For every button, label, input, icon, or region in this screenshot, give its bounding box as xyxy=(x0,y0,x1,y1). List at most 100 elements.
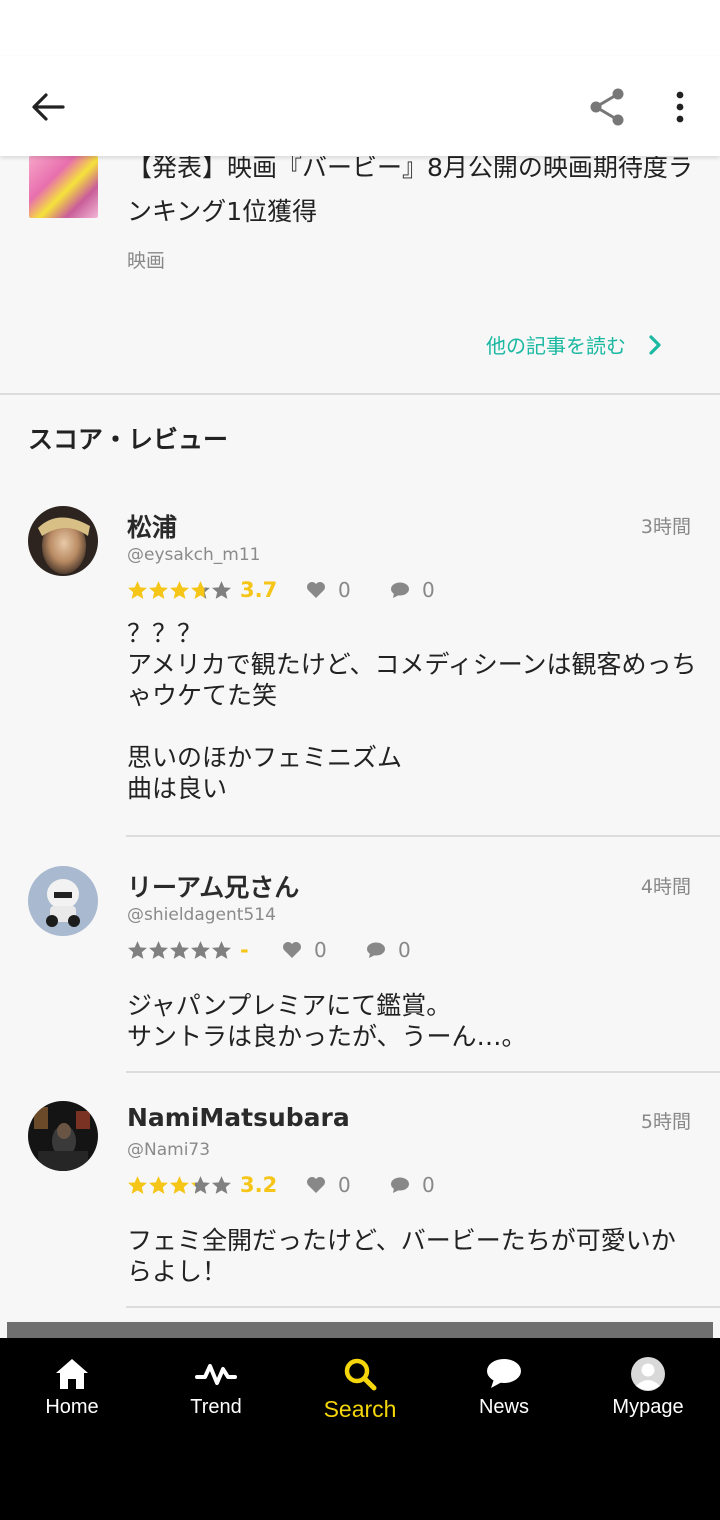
home-icon xyxy=(56,1359,88,1389)
nav-trend[interactable]: Trend xyxy=(144,1338,288,1438)
content-scroll[interactable]: 【発表】映画『バービー』8月公開の映画期待度ランキング1位獲得 映画 他の記事を… xyxy=(0,156,720,1338)
review-item[interactable]: 松浦 @eysakch_m11 3時間 3.7 0 0 ？？？ アメリカで観たけ… xyxy=(0,506,720,838)
star-icon xyxy=(149,941,168,959)
bottom-navigation: Home Trend Search News Mypage xyxy=(0,1338,720,1520)
review-text[interactable]: ？？？ アメリカで観たけど、コメディシーンは観客めっちゃウケてた笑 思いのほかフ… xyxy=(127,618,697,804)
star-icon xyxy=(170,581,189,599)
avatar[interactable] xyxy=(28,866,98,936)
section-divider xyxy=(0,393,720,395)
like-count: 0 xyxy=(338,1173,351,1197)
star-icon xyxy=(191,581,210,599)
top-app-bar xyxy=(0,56,720,156)
reviewer-handle: @eysakch_m11 xyxy=(127,545,261,565)
star-icon xyxy=(149,581,168,599)
avatar-image xyxy=(28,1101,98,1171)
status-bar xyxy=(0,0,720,56)
share-button[interactable] xyxy=(582,82,632,132)
like-count: 0 xyxy=(338,578,351,602)
nav-label: Mypage xyxy=(612,1396,684,1418)
avatar-image xyxy=(28,866,98,936)
star-icon xyxy=(149,1176,168,1194)
star-icon xyxy=(170,1176,189,1194)
review-divider xyxy=(126,1306,720,1308)
review-metrics: 3.7 0 0 xyxy=(127,575,460,605)
review-metrics: - 0 0 xyxy=(127,935,436,965)
section-title: スコア・レビュー xyxy=(28,425,229,454)
comment-count: 0 xyxy=(422,578,435,602)
star-icon xyxy=(128,581,147,599)
search-icon xyxy=(344,1358,377,1391)
review-text[interactable]: ジャパンプレミアにて鑑賞。 サントラは良かったが、うーん…。 xyxy=(127,990,697,1052)
nav-label: Trend xyxy=(190,1396,242,1418)
nav-mypage[interactable]: Mypage xyxy=(576,1338,720,1438)
comment-count: 0 xyxy=(422,1173,435,1197)
review-divider xyxy=(126,835,720,837)
review-time: 4時間 xyxy=(640,876,691,898)
nav-news[interactable]: News xyxy=(432,1338,576,1438)
more-options-button[interactable] xyxy=(660,82,700,132)
star-rating xyxy=(127,940,232,960)
star-icon xyxy=(212,1176,231,1194)
ad-banner-edge xyxy=(7,1322,713,1338)
comment-button[interactable]: 0 xyxy=(366,938,436,962)
article-thumbnail[interactable] xyxy=(29,156,98,218)
star-rating xyxy=(127,1175,232,1195)
heart-icon xyxy=(307,1177,325,1193)
review-time: 5時間 xyxy=(640,1111,691,1133)
star-icon xyxy=(191,1176,210,1194)
star-icon xyxy=(212,581,231,599)
review-score: - xyxy=(240,938,249,962)
review-item[interactable]: NamiMatsubara @Nami73 5時間 3.2 0 0 フェミ全開だ… xyxy=(0,1101,720,1309)
comment-icon xyxy=(391,582,409,598)
article-title[interactable]: 【発表】映画『バービー』8月公開の映画期待度ランキング1位獲得 xyxy=(127,156,702,234)
nav-label: Search xyxy=(323,1396,397,1422)
like-button[interactable]: 0 xyxy=(306,1173,376,1197)
comment-button[interactable]: 0 xyxy=(390,578,460,602)
reviewer-name[interactable]: 松浦 xyxy=(127,508,177,544)
arrow-left-icon xyxy=(32,93,65,121)
like-count: 0 xyxy=(314,938,327,962)
article-category: 映画 xyxy=(127,250,166,272)
star-icon xyxy=(128,1176,147,1194)
review-item[interactable]: リーアム兄さん @shieldagent514 4時間 - 0 0 ジャパンプレ… xyxy=(0,866,720,1073)
nav-label: Home xyxy=(45,1396,99,1418)
avatar[interactable] xyxy=(28,506,98,576)
share-icon xyxy=(590,88,624,126)
nav-search[interactable]: Search xyxy=(288,1338,432,1438)
trend-icon xyxy=(195,1364,237,1385)
comment-count: 0 xyxy=(398,938,411,962)
review-time: 3時間 xyxy=(640,516,691,538)
chevron-right-icon xyxy=(649,335,661,355)
comment-button[interactable]: 0 xyxy=(390,1173,460,1197)
nav-home[interactable]: Home xyxy=(0,1338,144,1438)
user-icon xyxy=(631,1357,665,1391)
comment-icon xyxy=(391,1177,409,1193)
back-button[interactable] xyxy=(22,84,74,130)
news-icon xyxy=(487,1359,521,1388)
like-button[interactable]: 0 xyxy=(282,938,352,962)
star-icon xyxy=(128,941,147,959)
heart-icon xyxy=(307,582,325,598)
review-text[interactable]: フェミ全開だったけど、バービーたちが可愛いからよし！ xyxy=(127,1225,697,1287)
avatar-image xyxy=(28,506,98,576)
star-icon xyxy=(191,941,210,959)
heart-icon xyxy=(283,942,301,958)
more-vertical-icon xyxy=(676,91,684,123)
review-score: 3.2 xyxy=(240,1173,278,1197)
reviewer-name[interactable]: リーアム兄さん xyxy=(127,868,299,904)
star-icon xyxy=(212,941,231,959)
nav-label: News xyxy=(478,1396,529,1418)
read-more-link[interactable]: 他の記事を読む xyxy=(486,324,662,364)
avatar[interactable] xyxy=(28,1101,98,1171)
reviewer-handle: @Nami73 xyxy=(127,1140,211,1160)
read-more-label: 他の記事を読む xyxy=(486,333,626,358)
reviewer-handle: @shieldagent514 xyxy=(127,905,276,925)
reviewer-name[interactable]: NamiMatsubara xyxy=(127,1103,350,1132)
review-score: 3.7 xyxy=(240,578,278,602)
comment-icon xyxy=(367,942,385,958)
like-button[interactable]: 0 xyxy=(306,578,376,602)
star-icon xyxy=(170,941,189,959)
star-rating xyxy=(127,580,232,600)
review-divider xyxy=(126,1071,720,1073)
review-metrics: 3.2 0 0 xyxy=(127,1170,460,1200)
